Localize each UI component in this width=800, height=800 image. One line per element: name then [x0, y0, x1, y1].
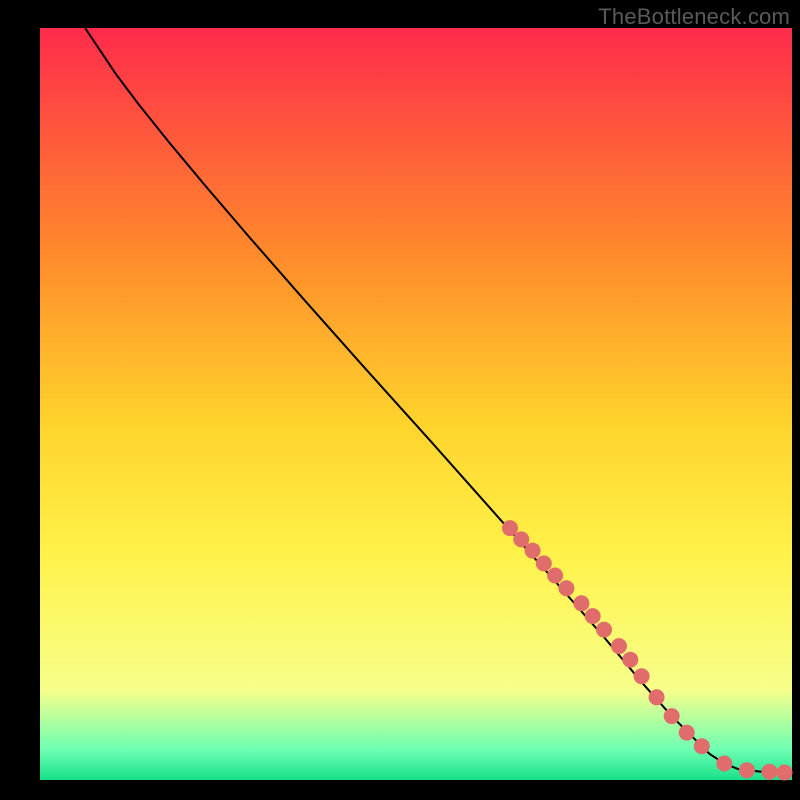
- data-marker: [525, 543, 541, 559]
- data-marker: [596, 622, 612, 638]
- data-marker: [585, 608, 601, 624]
- data-marker: [716, 756, 732, 772]
- data-marker: [649, 689, 665, 705]
- data-marker: [611, 638, 627, 654]
- watermark-text: TheBottleneck.com: [598, 4, 790, 30]
- chart-svg: [0, 0, 800, 800]
- data-marker: [679, 725, 695, 741]
- data-marker: [739, 762, 755, 778]
- data-marker: [664, 708, 680, 724]
- data-marker: [558, 580, 574, 596]
- data-marker: [573, 595, 589, 611]
- data-marker: [547, 568, 563, 584]
- data-marker: [694, 738, 710, 754]
- plot-background: [40, 28, 792, 780]
- data-marker: [502, 520, 518, 536]
- data-marker: [777, 765, 793, 781]
- data-marker: [634, 668, 650, 684]
- data-marker: [761, 764, 777, 780]
- chart-frame: { "watermark": "TheBottleneck.com", "col…: [0, 0, 800, 800]
- data-marker: [536, 555, 552, 571]
- data-marker: [622, 652, 638, 668]
